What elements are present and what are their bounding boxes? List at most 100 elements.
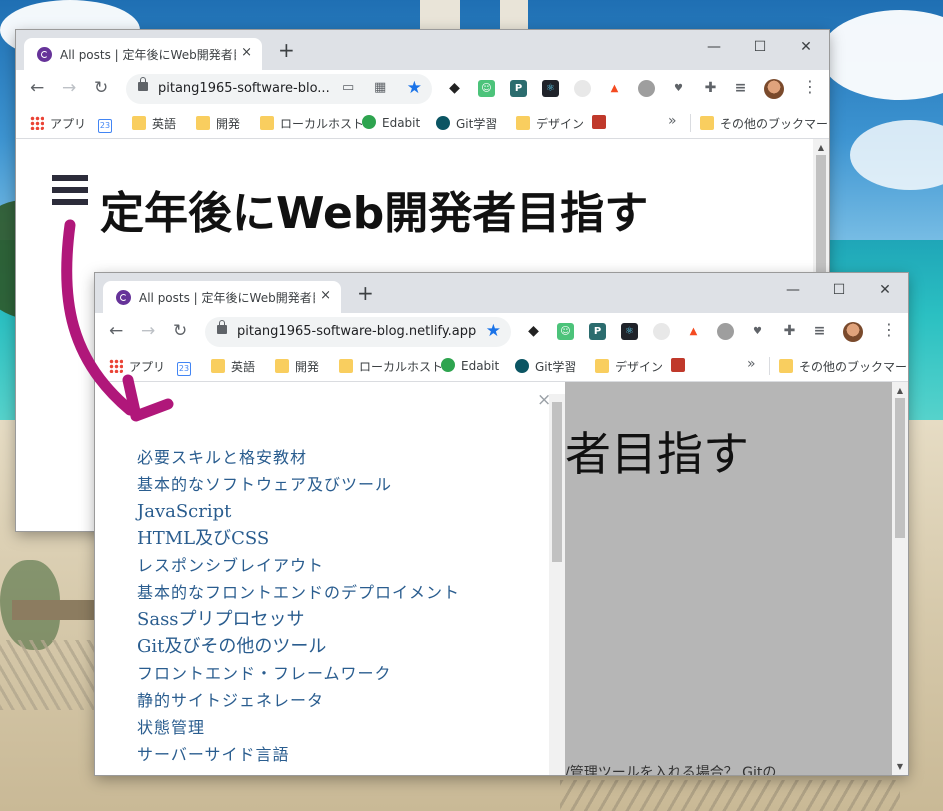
new-tab-button[interactable]: + [357,283,374,303]
nav-link[interactable]: HTML及びCSS [137,525,460,552]
gatsby-favicon-icon [116,290,131,305]
bookmark-edabit[interactable]: Edabit [362,115,420,130]
tampermonkey-icon[interactable] [638,80,655,97]
folder-icon [700,116,714,130]
nav-link[interactable]: 基本的なフロントエンドのデプロイメント [137,579,460,606]
qr-code-icon[interactable]: ▦ [374,80,386,95]
menu-kebab-icon[interactable]: ⋮ [881,320,897,339]
folder-icon [196,116,210,130]
bookmark-dev[interactable]: 開発 [275,358,319,375]
browser-tab[interactable]: All posts | 定年後にWeb開発者目指 × [103,281,341,313]
drawer-scrollbar[interactable] [549,394,565,775]
bookmark-design[interactable]: デザイン [595,358,663,375]
bookmark-apps[interactable]: アプリ [109,358,165,375]
nav-link[interactable]: Git及びその他のツール [137,633,460,660]
edabit-icon [441,358,455,372]
nav-link[interactable]: Sassプリプロセッサ [137,606,460,633]
lighthouse-icon[interactable]: ▲ [606,80,623,97]
reload-icon[interactable]: ↻ [94,78,108,98]
bookmark-git[interactable]: Git学習 [436,115,497,132]
close-window-button[interactable]: ✕ [783,39,829,55]
maximize-button[interactable]: ☐ [816,282,862,298]
bookmark-design[interactable]: デザイン [516,115,584,132]
minimize-button[interactable]: — [691,39,737,55]
back-arrow-icon[interactable]: ← [30,78,44,98]
nav-link[interactable]: 状態管理 [137,714,460,741]
bookmark-localhost[interactable]: ローカルホスト [260,115,364,132]
toolbar: ← → ↻ pitang1965-software-blog.netlify.a… [95,313,908,351]
close-window-button[interactable]: ✕ [862,282,908,298]
cast-icon[interactable]: ▭ [342,80,354,95]
disabled-extension-icon[interactable] [653,323,670,340]
bookmark-star-icon[interactable]: ★ [486,321,501,341]
codepen-icon [671,358,685,372]
url-text: pitang1965-software-blog.netlify.app [237,324,477,339]
bookmark-calendar[interactable]: 23 [98,115,118,133]
disabled-extension-icon[interactable] [574,80,591,97]
forward-arrow-icon[interactable]: → [62,78,76,98]
profile-avatar[interactable] [764,79,784,99]
apps-grid-icon [30,116,44,130]
pocket-icon[interactable]: ♥ [749,323,766,340]
tab-close-icon[interactable]: × [320,288,331,303]
new-tab-button[interactable]: + [278,40,295,60]
bookmark-other[interactable]: その他のブックマーク [779,358,908,375]
nav-link[interactable]: レスポンシブレイアウト [137,552,460,579]
pw-extension-icon[interactable]: P [589,323,606,340]
react-devtools-icon[interactable]: ⚛ [542,80,559,97]
nav-link[interactable]: サーバーサイド言語 [137,741,460,768]
scroll-up-arrow[interactable]: ▲ [813,143,829,152]
bookmarks-overflow-chevron[interactable]: » [747,356,756,372]
page-scrollbar[interactable]: ▲ ▼ [892,382,908,775]
react-devtools-icon[interactable]: ⚛ [621,323,638,340]
folder-icon [275,359,289,373]
bookmark-apps[interactable]: アプリ [30,115,86,132]
bookmarks-overflow-chevron[interactable]: » [668,113,677,129]
bookmark-other[interactable]: その他のブックマーク [700,115,829,132]
address-bar[interactable]: pitang1965-software-blog.netlify.app ★ [205,317,511,347]
pw-extension-icon[interactable]: P [510,80,527,97]
back-arrow-icon[interactable]: ← [109,321,123,341]
profile-avatar[interactable] [843,322,863,342]
bookmark-edabit[interactable]: Edabit [441,358,499,373]
nav-link[interactable]: 静的サイトジェネレータ [137,687,460,714]
hamburger-menu-icon[interactable] [52,175,88,211]
minimize-button[interactable]: — [770,282,816,298]
browser-tab[interactable]: All posts | 定年後にWeb開発者目指 × [24,38,262,70]
bookmark-english[interactable]: 英語 [132,115,176,132]
extensions-puzzle-icon[interactable]: ✚ [781,323,798,340]
reading-list-icon[interactable]: ≡ [811,323,828,340]
bookmark-english[interactable]: 英語 [211,358,255,375]
smile-extension-icon[interactable]: ☺ [557,323,574,340]
reading-list-icon[interactable]: ≡ [732,80,749,97]
nav-link[interactable]: 必要スキルと格安教材 [137,444,460,471]
bookmark-dev[interactable]: 開発 [196,115,240,132]
scroll-up-arrow[interactable]: ▲ [892,386,908,395]
tab-close-icon[interactable]: × [241,45,252,60]
forward-arrow-icon[interactable]: → [141,321,155,341]
extensions-puzzle-icon[interactable]: ✚ [702,80,719,97]
scroll-down-arrow[interactable]: ▼ [892,762,908,771]
bookmark-codepen[interactable] [671,358,691,373]
nav-link[interactable]: 基本的なソフトウェア及びツール [137,471,460,498]
bookmarks-separator [769,357,770,375]
nav-link[interactable]: フロントエンド・フレームワーク [137,660,460,687]
pocket-icon[interactable]: ♥ [670,80,687,97]
bookmark-calendar[interactable]: 23 [177,358,197,376]
menu-kebab-icon[interactable]: ⋮ [802,77,818,96]
reload-icon[interactable]: ↻ [173,321,187,341]
bookmark-localhost[interactable]: ローカルホスト [339,358,443,375]
bookmark-star-icon[interactable]: ★ [407,78,422,98]
fish-extension-icon[interactable]: ◆ [446,80,463,97]
drawer-nav-list: 必要スキルと格安教材 基本的なソフトウェア及びツール JavaScript HT… [137,444,460,768]
toolbar: ← → ↻ pitang1965-software-blo... ▭ ▦ ★ ◆… [16,70,829,108]
bookmark-git[interactable]: Git学習 [515,358,576,375]
bookmark-codepen[interactable] [592,115,612,130]
lighthouse-icon[interactable]: ▲ [685,323,702,340]
address-bar[interactable]: pitang1965-software-blo... ▭ ▦ ★ [126,74,432,104]
fish-extension-icon[interactable]: ◆ [525,323,542,340]
smile-extension-icon[interactable]: ☺ [478,80,495,97]
tampermonkey-icon[interactable] [717,323,734,340]
nav-link[interactable]: JavaScript [137,498,460,525]
maximize-button[interactable]: ☐ [737,39,783,55]
